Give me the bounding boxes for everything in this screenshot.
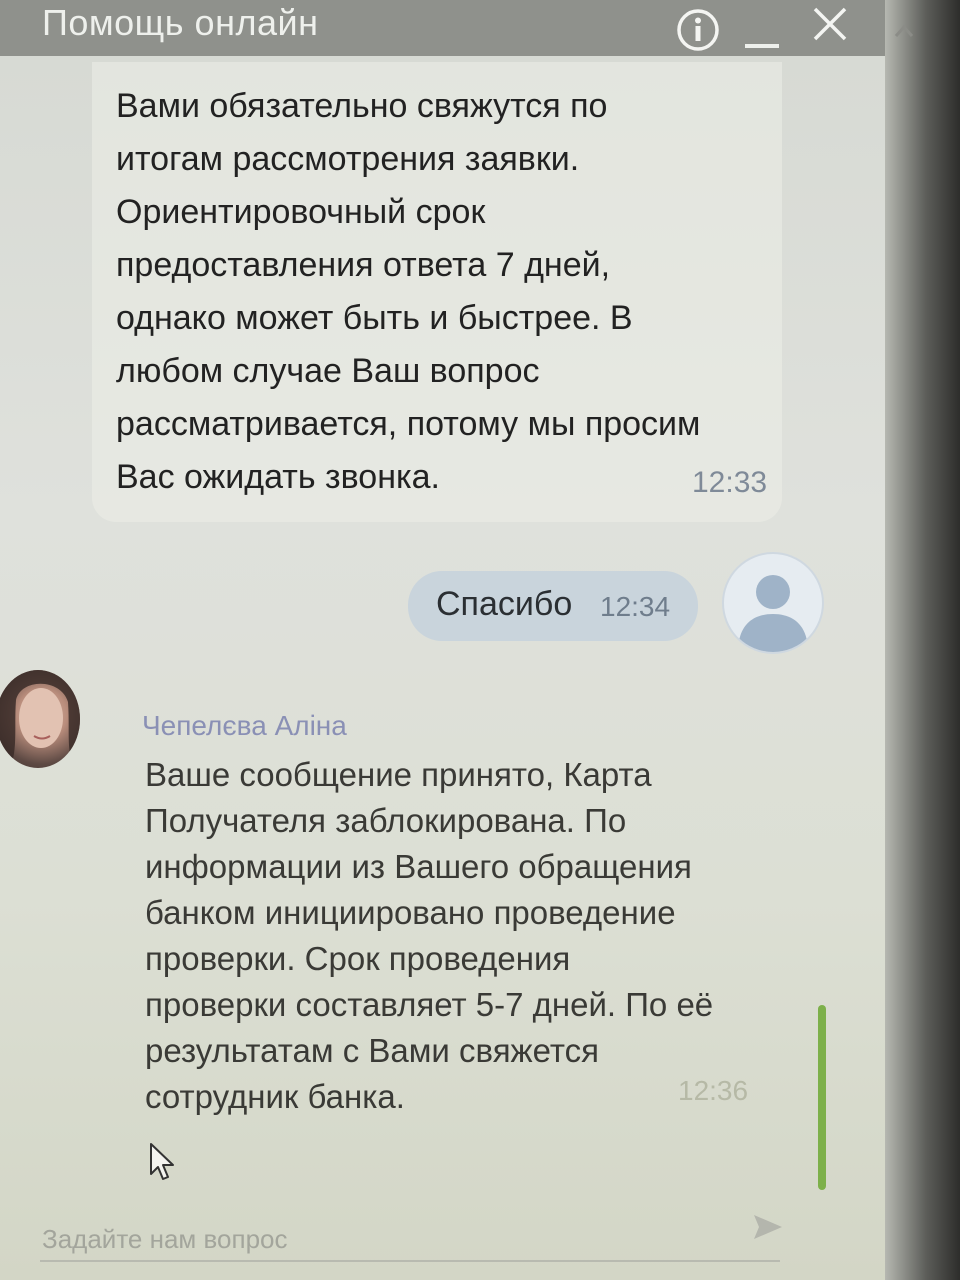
scrollbar-thumb[interactable] (818, 1005, 826, 1190)
message-line: Вас ожидать звонка. (116, 458, 440, 496)
message-composer (40, 1220, 780, 1262)
close-icon[interactable] (812, 6, 848, 50)
title-bar: Помощь онлайн (0, 0, 885, 56)
agent-avatar (0, 670, 80, 768)
question-input[interactable] (40, 1220, 724, 1258)
message-line: предоставления ответа 7 дней, (116, 246, 611, 284)
chat-window: Помощь онлайн Вами обязательно свяжутся … (0, 0, 885, 1280)
message-line: Ориентировочный срок (116, 193, 486, 231)
message-line: сотрудник банка. (145, 1078, 405, 1115)
message-line: банком инициировано проведение (145, 894, 676, 931)
message-timestamp: 12:34 (600, 591, 671, 622)
outgoing-message-bubble: Спасибо 12:34 (408, 571, 698, 641)
incoming-message-text: Вами обязательно свяжутся по итогам расс… (116, 80, 700, 504)
window-title: Помощь онлайн (42, 2, 319, 43)
message-line: результатам с Вами свяжется (145, 1032, 600, 1069)
chevron-up-icon[interactable] (893, 18, 915, 46)
message-line: информации из Вашего обращения (145, 848, 692, 885)
screen-bezel (885, 0, 960, 1280)
agent-name: Чепелєва Аліна (142, 710, 347, 741)
message-line: проверки. Срок проведения (145, 940, 571, 977)
message-line: проверки составляет 5-7 дней. По её (145, 986, 714, 1023)
send-icon[interactable] (752, 1212, 784, 1247)
message-line: однако может быть и быстрее. В (116, 299, 633, 337)
message-line: Получателя заблокирована. По (145, 802, 627, 839)
message-line: Ваше сообщение принято, Карта (145, 756, 652, 793)
mouse-cursor-icon (148, 1142, 178, 1187)
user-avatar-icon (722, 552, 824, 654)
minimize-icon[interactable] (745, 44, 779, 48)
message-line: рассматривается, потому мы просим (116, 405, 701, 443)
info-icon[interactable] (676, 8, 720, 57)
agent-message-text: Ваше сообщение принято, Карта Получателя… (145, 752, 713, 1120)
message-line: Вами обязательно свяжутся по (116, 87, 608, 125)
message-timestamp: 12:36 (678, 1075, 749, 1106)
message-timestamp: 12:33 (692, 466, 768, 499)
message-line: любом случае Ваш вопрос (116, 352, 540, 390)
outgoing-message-text: Спасибо (436, 585, 573, 623)
message-line: итогам рассмотрения заявки. (116, 140, 580, 178)
